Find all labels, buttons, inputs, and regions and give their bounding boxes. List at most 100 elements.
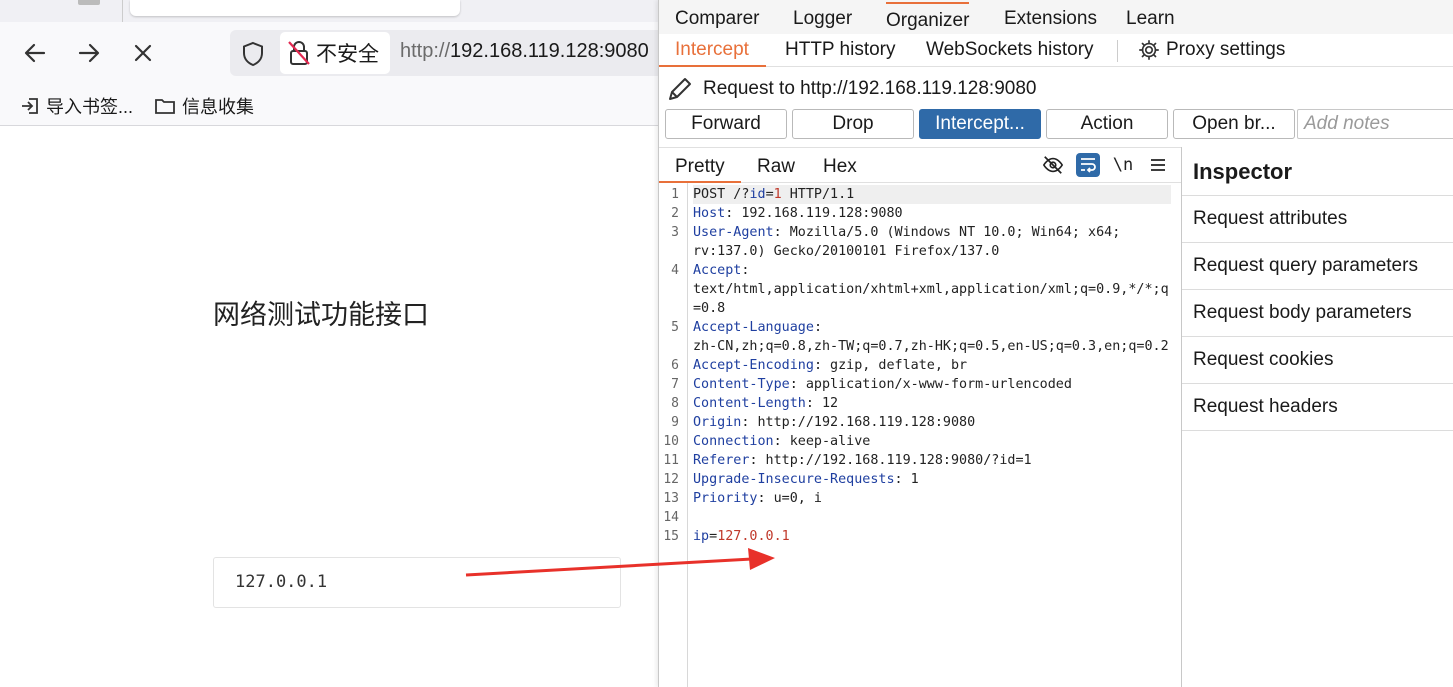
inspector-query-parameters[interactable]: Request query parameters bbox=[1182, 242, 1453, 289]
folder-icon bbox=[155, 99, 175, 114]
url-text[interactable]: http://192.168.119.128:9080 bbox=[400, 40, 649, 63]
url-host: 192.168.119.128:9080 bbox=[450, 40, 649, 62]
line-number: 7 bbox=[671, 377, 679, 392]
line-text: Priority: u=0, i bbox=[693, 489, 822, 508]
header-key: Content-Type bbox=[693, 377, 790, 392]
ip-input[interactable]: 127.0.0.1 bbox=[213, 557, 621, 608]
notes-input[interactable]: Add notes bbox=[1297, 109, 1453, 139]
browser-tab[interactable] bbox=[130, 0, 460, 16]
tab-hex[interactable]: Hex bbox=[823, 156, 857, 178]
tab-extensions[interactable]: Extensions bbox=[1004, 8, 1097, 30]
line-text: Host: 192.168.119.128:9080 bbox=[693, 204, 903, 223]
bookmark-import[interactable]: 导入书签... bbox=[20, 93, 133, 119]
tab-learn[interactable]: Learn bbox=[1126, 8, 1175, 30]
navigation-bar: 不安全 http://192.168.119.128:9080 bbox=[0, 22, 670, 84]
line-text: POST /?id=1 HTTP/1.1 bbox=[693, 185, 1171, 204]
line-number: 12 bbox=[663, 472, 679, 487]
header-key: Connection bbox=[693, 434, 774, 449]
line-number: 2 bbox=[671, 206, 679, 221]
header-key: Accept bbox=[693, 263, 742, 278]
open-browser-button[interactable]: Open br... bbox=[1173, 109, 1295, 139]
tab-logger[interactable]: Logger bbox=[793, 8, 852, 30]
line-segment: zh-CN,zh;q=0.8,zh-TW;q=0.7,zh-HK;q=0.5,e… bbox=[693, 339, 1169, 354]
tab-separator bbox=[1117, 40, 1118, 62]
line-text: User-Agent: Mozilla/5.0 (Windows NT 10.0… bbox=[693, 223, 1120, 242]
line-number: 14 bbox=[663, 510, 679, 525]
page-title: 网络测试功能接口 bbox=[213, 300, 429, 331]
line-segment: POST /? bbox=[693, 187, 750, 202]
line-number: 5 bbox=[671, 320, 679, 335]
wrap-icon bbox=[1081, 158, 1096, 173]
line-text: text/html,application/xhtml+xml,applicat… bbox=[693, 280, 1169, 299]
back-button[interactable] bbox=[20, 38, 50, 68]
active-tab-underline bbox=[659, 65, 766, 67]
header-key: Priority bbox=[693, 491, 758, 506]
code-line: 11 Referer: http://192.168.119.128:9080/?… bbox=[659, 451, 1182, 470]
line-number: 6 bbox=[671, 358, 679, 373]
stop-button[interactable] bbox=[128, 38, 158, 68]
line-segment: : bbox=[813, 320, 822, 335]
line-segment: : 1 bbox=[894, 472, 919, 487]
eye-off-icon bbox=[1042, 156, 1064, 174]
line-segment: : Mozilla/5.0 (Windows NT 10.0; Win64; x… bbox=[773, 225, 1121, 240]
header-key: Accept-Language bbox=[693, 320, 814, 335]
bookmark-label: 导入书签... bbox=[46, 97, 134, 117]
line-number: 4 bbox=[671, 263, 679, 278]
proxy-settings-button[interactable]: Proxy settings bbox=[1138, 39, 1285, 61]
line-segment: : 12 bbox=[805, 396, 839, 411]
line-text: ip=127.0.0.1 bbox=[693, 527, 790, 546]
view-tab-bar: Pretty Raw Hex \n bbox=[659, 148, 1182, 183]
code-line: zh-CN,zh;q=0.8,zh-TW;q=0.7,zh-HK;q=0.5,e… bbox=[659, 337, 1182, 356]
line-number: 15 bbox=[663, 529, 679, 544]
security-indicator[interactable]: 不安全 bbox=[280, 32, 390, 74]
bookmark-folder[interactable]: 信息收集 bbox=[154, 93, 254, 119]
code-line: =0.8 bbox=[659, 299, 1182, 318]
tab-strip bbox=[0, 0, 660, 22]
security-label: 不安全 bbox=[316, 43, 379, 66]
line-number: 11 bbox=[663, 453, 679, 468]
newline-toggle-button[interactable]: \n bbox=[1111, 153, 1135, 177]
import-icon bbox=[22, 98, 38, 114]
tab-intercept[interactable]: Intercept bbox=[675, 39, 749, 61]
header-key: Referer bbox=[693, 453, 750, 468]
proxy-sub-tabs: Intercept HTTP history WebSockets histor… bbox=[659, 34, 1453, 67]
tab-raw[interactable]: Raw bbox=[757, 156, 795, 178]
header-key: User-Agent bbox=[693, 225, 774, 240]
tab-pretty[interactable]: Pretty bbox=[675, 156, 725, 178]
line-segment: : application/x-www-form-urlencoded bbox=[789, 377, 1072, 392]
code-line: 12 Upgrade-Insecure-Requests: 1 bbox=[659, 470, 1182, 489]
forward-button[interactable] bbox=[74, 38, 104, 68]
line-number: 1 bbox=[671, 187, 679, 202]
forward-button[interactable]: Forward bbox=[665, 109, 787, 139]
shield-icon[interactable] bbox=[240, 41, 266, 67]
line-segment: = bbox=[709, 529, 718, 544]
inspector-request-attributes[interactable]: Request attributes bbox=[1182, 195, 1453, 242]
request-body-text[interactable]: 1 POST /?id=1 HTTP/1.1 2 Host: 192.168.119.… bbox=[659, 185, 1182, 546]
line-segment: rv:137.0) Gecko/20100101 Firefox/137.0 bbox=[693, 244, 1000, 259]
screen: 不安全 http://192.168.119.128:9080 导入书签... … bbox=[0, 0, 1453, 687]
code-line: 2 Host: 192.168.119.128:9080 bbox=[659, 204, 1182, 223]
hamburger-icon bbox=[1151, 159, 1165, 171]
header-key: Content-Length bbox=[693, 396, 806, 411]
line-number: 9 bbox=[671, 415, 679, 430]
tab-http-history[interactable]: HTTP history bbox=[785, 39, 896, 61]
header-key: Host bbox=[693, 206, 726, 221]
drop-button[interactable]: Drop bbox=[792, 109, 914, 139]
intercept-toggle-button[interactable]: Intercept... bbox=[919, 109, 1041, 139]
line-text: zh-CN,zh;q=0.8,zh-TW;q=0.7,zh-HK;q=0.5,e… bbox=[693, 337, 1169, 356]
code-line: 6 Accept-Encoding: gzip, deflate, br bbox=[659, 356, 1182, 375]
tab-organizer[interactable]: Organizer bbox=[886, 2, 970, 32]
inspector-body-parameters[interactable]: Request body parameters bbox=[1182, 289, 1453, 336]
hide-nonprintable-button[interactable] bbox=[1041, 153, 1065, 177]
menu-button[interactable] bbox=[1146, 153, 1170, 177]
wrap-lines-button[interactable] bbox=[1076, 153, 1100, 177]
code-line: 15 ip=127.0.0.1 bbox=[659, 527, 1182, 546]
line-segment: : 192.168.119.128:9080 bbox=[725, 206, 903, 221]
tab-comparer[interactable]: Comparer bbox=[675, 8, 759, 30]
action-button[interactable]: Action bbox=[1046, 109, 1168, 139]
inspector-cookies[interactable]: Request cookies bbox=[1182, 336, 1453, 383]
tab-websockets-history[interactable]: WebSockets history bbox=[926, 39, 1094, 61]
inspector-headers[interactable]: Request headers bbox=[1182, 383, 1453, 430]
url-bar[interactable]: 不安全 http://192.168.119.128:9080 bbox=[230, 30, 670, 76]
header-key: id bbox=[749, 187, 766, 202]
